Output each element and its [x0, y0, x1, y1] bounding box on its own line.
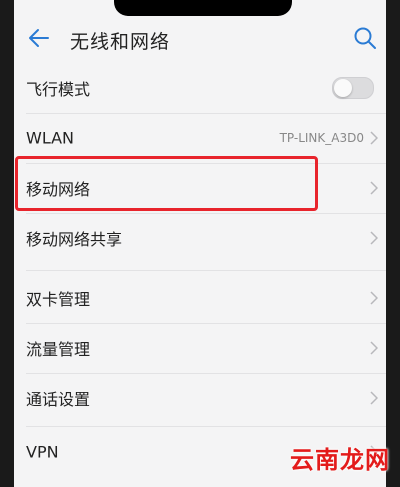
settings-row-dual-sim[interactable]: 双卡管理: [14, 274, 386, 322]
settings-row-wlan[interactable]: WLAN TP-LINK_A3D0: [14, 114, 386, 162]
phone-screen: 无线和网络 飞行模式 WLAN TP-LINK_A3D0 移动网络 移动网络共享…: [14, 0, 386, 487]
section-divider: [26, 426, 386, 427]
chevron-right-icon: [370, 181, 378, 195]
settings-row-airplane-mode[interactable]: 飞行模式: [14, 64, 386, 112]
chevron-right-icon: [370, 231, 378, 245]
row-label: VPN: [26, 442, 59, 462]
chevron-right-icon: [370, 291, 378, 305]
row-label: 飞行模式: [26, 80, 91, 99]
header: 无线和网络: [14, 0, 386, 70]
row-label: 通话设置: [26, 390, 91, 409]
row-label: 流量管理: [26, 340, 91, 359]
highlight-box: [15, 156, 318, 211]
chevron-right-icon: [370, 341, 378, 355]
section-divider: [26, 270, 386, 271]
airplane-mode-toggle[interactable]: [332, 77, 374, 99]
chevron-right-icon: [370, 391, 378, 405]
chevron-right-icon: [370, 131, 378, 145]
row-label: 双卡管理: [26, 290, 91, 309]
settings-row-call-settings[interactable]: 通话设置: [14, 374, 386, 422]
settings-row-tethering[interactable]: 移动网络共享: [14, 214, 386, 262]
row-label: WLAN: [26, 128, 75, 148]
wlan-network-name: TP-LINK_A3D0: [279, 131, 364, 145]
row-label: 移动网络共享: [26, 230, 123, 249]
settings-row-data-usage[interactable]: 流量管理: [14, 324, 386, 372]
page-title: 无线和网络: [70, 31, 171, 53]
toggle-knob: [334, 79, 352, 97]
search-icon[interactable]: [352, 25, 378, 51]
back-arrow-icon[interactable]: [26, 26, 52, 50]
watermark: 云南龙网: [290, 446, 390, 474]
